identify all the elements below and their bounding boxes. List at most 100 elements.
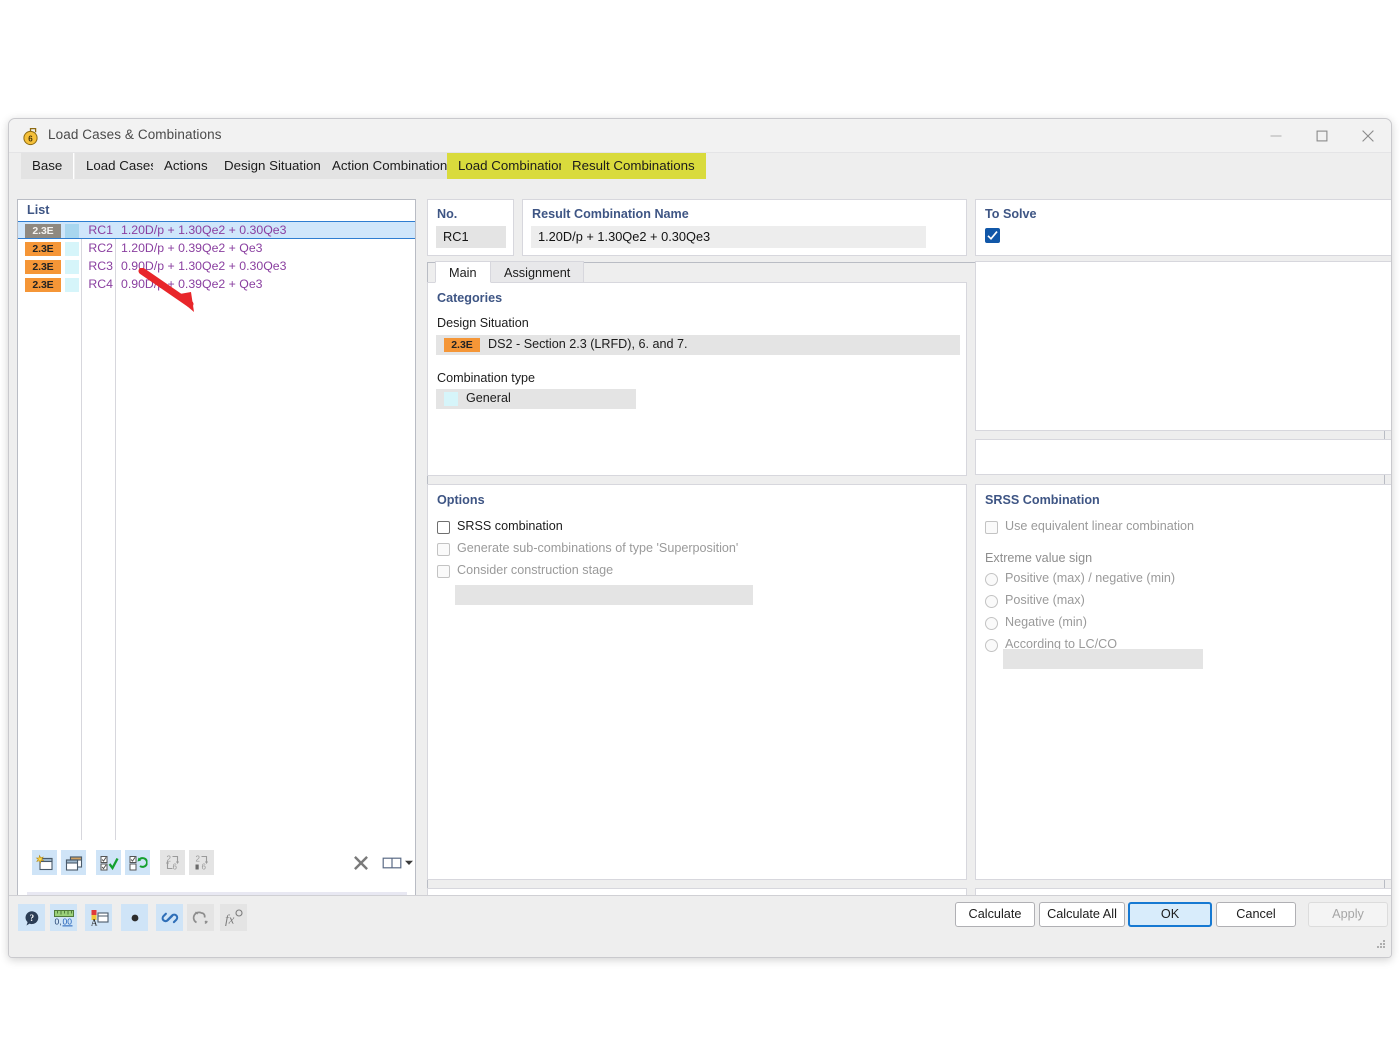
checkbox-label: SRSS combination — [457, 519, 563, 533]
row-color-chip — [65, 224, 79, 238]
tab-result-combinations[interactable]: Result Combinations — [561, 153, 707, 179]
checkbox-box — [437, 565, 450, 578]
svg-text:fx: fx — [225, 911, 235, 926]
radio-button — [985, 639, 998, 652]
detail-panel: No. RC1 Result Combination Name 1.20D/p … — [427, 199, 1391, 936]
number-value[interactable]: RC1 — [436, 226, 506, 248]
columns-dropdown-arrow-icon[interactable] — [402, 850, 416, 875]
columns-icon[interactable] — [381, 850, 403, 875]
list-column-divider-2 — [115, 221, 116, 840]
design-situation-badge: 2.3E — [25, 224, 61, 238]
row-description: 1.20D/p + 0.39Qe2 + Qe3 — [121, 241, 263, 255]
row-description: 0.90D/p + 0.39Qe2 + Qe3 — [121, 277, 263, 291]
renumber-icon: 2 6 — [160, 850, 185, 875]
name-value[interactable]: 1.20D/p + 1.30Qe2 + 0.30Qe3 — [531, 226, 926, 248]
to-solve-checkbox[interactable] — [985, 228, 1000, 243]
cancel-button[interactable]: Cancel — [1216, 902, 1296, 927]
maximize-icon[interactable] — [1299, 119, 1345, 153]
table-row[interactable]: 2.3E RC2 1.20D/p + 0.39Qe2 + Qe3 — [18, 240, 415, 258]
srss-combination-group: SRSS Combination Use equivalent linear c… — [975, 484, 1391, 880]
categories-label: Categories — [437, 291, 503, 305]
invert-selection-icon[interactable] — [125, 850, 150, 875]
to-solve-group: To Solve — [975, 199, 1391, 256]
row-number: RC1 — [88, 223, 113, 237]
table-row[interactable]: 2.3E RC4 0.90D/p + 0.39Qe2 + Qe3 — [18, 276, 415, 294]
combination-type-color-chip — [444, 392, 458, 406]
combination-list-panel: List 2.3E RC1 1.20D/p + 1.30Qe2 + 0.30Qe… — [17, 199, 416, 925]
checkbox-box — [437, 543, 450, 556]
info-help-icon[interactable]: ? — [18, 904, 45, 931]
svg-text:2: 2 — [195, 854, 200, 863]
display-properties-icon[interactable]: A — [85, 904, 112, 931]
main-tab-strip: Base Load Cases Actions Design Situation… — [9, 153, 1391, 179]
row-description: 1.20D/p + 1.30Qe2 + 0.30Qe3 — [121, 223, 287, 237]
combination-list[interactable]: 2.3E RC1 1.20D/p + 1.30Qe2 + 0.30Qe3 2.3… — [18, 221, 415, 840]
svg-text:6: 6 — [28, 134, 33, 143]
checkbox-box — [985, 521, 998, 534]
radio-label: Negative (min) — [1005, 615, 1087, 629]
row-number: RC2 — [88, 241, 113, 255]
design-situation-badge: 2.3E — [444, 338, 480, 352]
tab-base[interactable]: Base — [21, 153, 75, 179]
ok-button[interactable]: OK — [1128, 902, 1212, 927]
tab-main[interactable]: Main — [435, 261, 491, 283]
design-situation-badge: 2.3E — [25, 242, 61, 256]
checkbox-label: Consider construction stage — [457, 563, 614, 577]
decimal-places-icon[interactable]: 0, 00 — [50, 904, 77, 931]
design-situation-badge: 2.3E — [25, 260, 61, 274]
point-icon[interactable] — [121, 904, 148, 931]
number-label: No. — [437, 207, 458, 221]
new-combination-icon[interactable] — [32, 850, 57, 875]
resize-grip-icon[interactable] — [1374, 936, 1386, 954]
list-header-label: List — [27, 203, 50, 217]
combination-type-label: Combination type — [437, 371, 536, 385]
row-color-chip — [65, 260, 79, 274]
assignment-preview-panel — [975, 261, 1391, 431]
link-icon[interactable] — [156, 904, 183, 931]
calculate-all-button[interactable]: Calculate All — [1039, 902, 1125, 927]
table-row[interactable]: 2.3E RC3 0.90D/p + 1.30Qe2 + 0.30Qe3 — [18, 258, 415, 276]
svg-text:00: 00 — [62, 916, 72, 926]
row-color-chip — [65, 278, 79, 292]
checkbox-box — [437, 521, 450, 534]
design-situation-badge: 2.3E — [25, 278, 61, 292]
copy-combination-icon[interactable] — [61, 850, 86, 875]
number-field-group: No. RC1 — [427, 199, 514, 256]
categories-group: Categories Design Situation 2.3E DS2 - S… — [427, 282, 967, 476]
delete-icon[interactable] — [348, 850, 373, 875]
name-label: Result Combination Name — [532, 207, 689, 221]
combination-type-value-row[interactable]: General — [436, 389, 636, 409]
list-toolbar: 2 6 2 6 — [18, 848, 415, 878]
svg-text:6: 6 — [201, 862, 206, 871]
load-cases-combinations-window: 6 Load Cases & Combinations Base Load Ca… — [8, 118, 1392, 958]
select-all-icon[interactable] — [96, 850, 121, 875]
construction-stage-field — [455, 585, 753, 605]
srss-lc-co-field — [1003, 649, 1203, 669]
table-row[interactable]: 2.3E RC1 1.20D/p + 1.30Qe2 + 0.30Qe3 — [18, 221, 415, 239]
dialog-body: List 2.3E RC1 1.20D/p + 1.30Qe2 + 0.30Qe… — [9, 179, 1391, 957]
tab-action-combinations[interactable]: Action Combinations — [321, 153, 466, 179]
row-number: RC4 — [88, 277, 113, 291]
checkbox-label: Use equivalent linear combination — [1005, 519, 1195, 533]
design-situation-value-row[interactable]: 2.3E DS2 - Section 2.3 (LRFD), 6. and 7. — [436, 335, 960, 355]
options-group: Options SRSS combination Generate sub-co… — [427, 484, 967, 880]
tab-assignment[interactable]: Assignment — [490, 261, 585, 283]
radio-button — [985, 573, 998, 586]
name-field-group: Result Combination Name 1.20D/p + 1.30Qe… — [522, 199, 1062, 256]
calculate-button[interactable]: Calculate — [955, 902, 1035, 927]
title-bar: 6 Load Cases & Combinations — [9, 119, 1391, 153]
tab-actions[interactable]: Actions — [153, 153, 220, 179]
to-solve-label: To Solve — [985, 207, 1037, 221]
svg-text:A: A — [90, 917, 97, 927]
extreme-value-sign-label: Extreme value sign — [985, 551, 1093, 565]
svg-text:?: ? — [29, 913, 34, 923]
row-number: RC3 — [88, 259, 113, 273]
svg-text:0,: 0, — [54, 916, 61, 926]
radio-label: Positive (max) / negative (min) — [1005, 571, 1176, 585]
window-title: Load Cases & Combinations — [48, 127, 222, 142]
minimize-icon[interactable] — [1253, 119, 1299, 153]
close-icon[interactable] — [1345, 119, 1391, 153]
snap-icon — [187, 904, 214, 931]
row-color-chip — [65, 242, 79, 256]
radio-button — [985, 595, 998, 608]
